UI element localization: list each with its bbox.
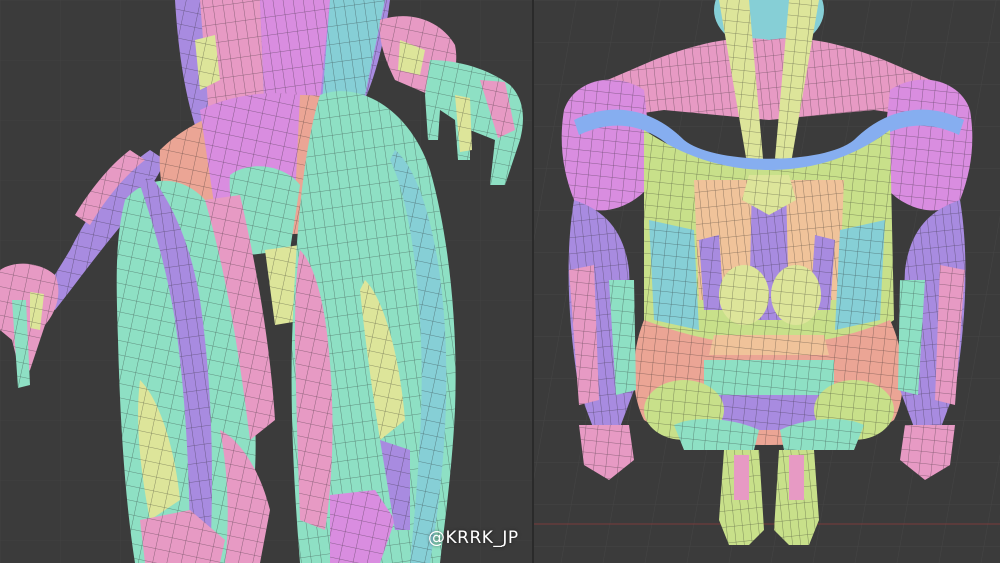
viewport-composite: @KRRK_JP <box>0 0 1000 563</box>
legs-anatomy-render <box>0 0 532 563</box>
left-render-panel <box>0 0 532 563</box>
right-render-panel <box>534 0 1000 563</box>
back-anatomy-render <box>534 0 1000 563</box>
watermark-text: @KRRK_JP <box>428 528 519 548</box>
